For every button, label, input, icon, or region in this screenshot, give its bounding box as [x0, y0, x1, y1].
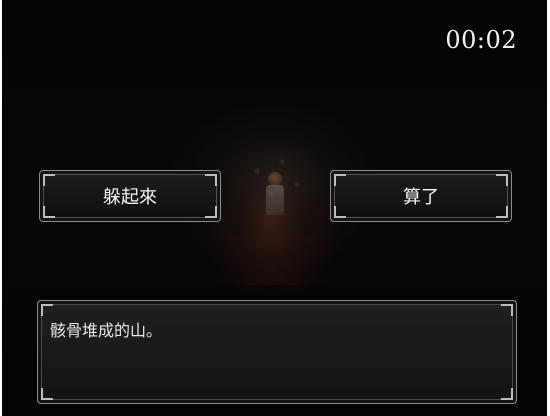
countdown-timer: 00:02 [445, 26, 517, 54]
frame-corner-icon [41, 304, 53, 316]
frame-corner-icon [205, 206, 217, 218]
game-screen: 00:02 躲起來 算了 骸骨堆成的山。 [2, 0, 547, 416]
choice-label: 算了 [403, 187, 439, 208]
frame-corner-icon [501, 304, 513, 316]
frame-corner-icon [334, 174, 346, 186]
character-body [266, 185, 284, 215]
message-window[interactable]: 骸骨堆成的山。 [37, 300, 517, 404]
frame-corner-icon [496, 206, 508, 218]
choice-never-mind-button[interactable]: 算了 [330, 170, 512, 222]
frame-corner-icon [41, 388, 53, 400]
frame-corner-icon [43, 206, 55, 218]
character-head [268, 172, 282, 186]
frame-corner-icon [43, 174, 55, 186]
player-character [264, 172, 286, 218]
frame-corner-icon [334, 206, 346, 218]
floor-shadow [212, 235, 332, 285]
frame-corner-icon [496, 174, 508, 186]
frame-corner-icon [501, 388, 513, 400]
choice-label: 躲起來 [103, 187, 157, 208]
message-text: 骸骨堆成的山。 [50, 321, 163, 340]
choice-hide-button[interactable]: 躲起來 [39, 170, 221, 222]
frame-corner-icon [205, 174, 217, 186]
